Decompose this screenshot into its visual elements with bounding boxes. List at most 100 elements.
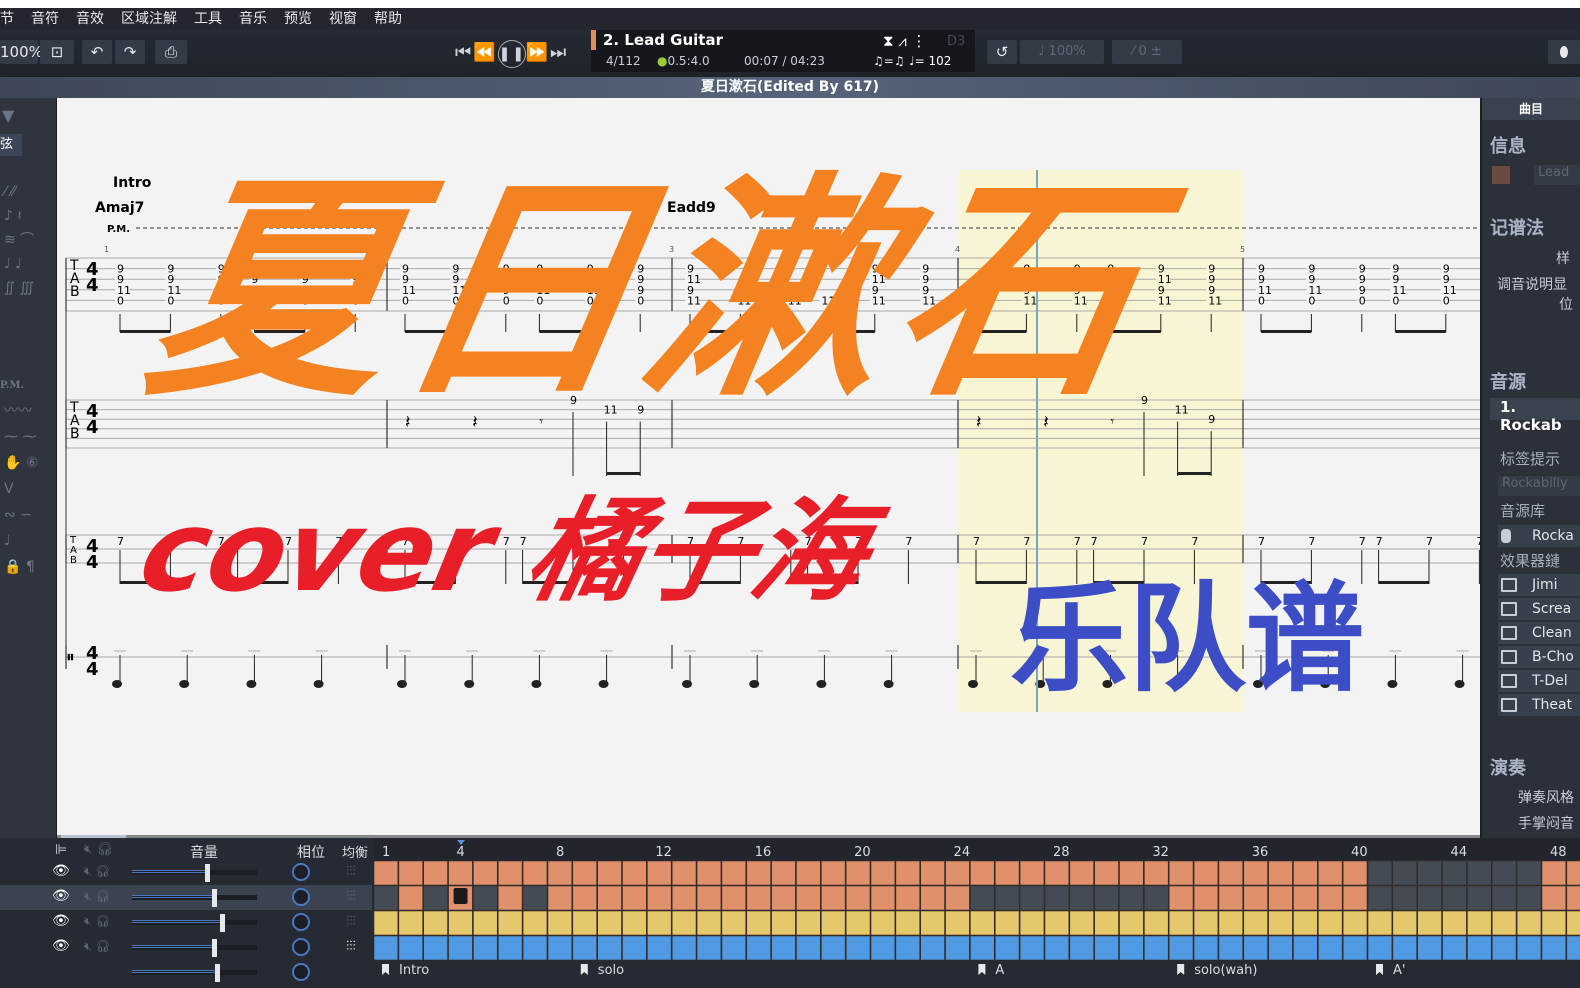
timeline-cell bbox=[1317, 860, 1343, 886]
volume-handle[interactable] bbox=[212, 889, 217, 907]
eq-icon[interactable]: ⫶⫶⫶ bbox=[346, 914, 356, 929]
timeline-cell bbox=[1417, 910, 1442, 936]
notation-icons[interactable]: ⁄ ⁄⁄ ♪ 𝄽 ≋ ⌒ ♩ ♩ ∬ ∭ bbox=[4, 180, 54, 300]
effect-item[interactable]: Clean bbox=[1498, 622, 1580, 644]
fret-number: 7 bbox=[1191, 535, 1198, 548]
pitch-field[interactable]: ⁄ 0 ± bbox=[1112, 40, 1182, 64]
eq-icon[interactable]: ⫶⫶⫶ bbox=[346, 939, 356, 954]
timeline-cell bbox=[721, 935, 747, 961]
timeline-cell bbox=[1019, 935, 1045, 961]
volume-handle[interactable] bbox=[205, 864, 210, 882]
timeline-cell bbox=[1243, 935, 1268, 961]
visibility-eye-icon[interactable]: 👁︎ bbox=[52, 888, 70, 904]
menu-item[interactable]: 预览 bbox=[284, 8, 312, 30]
menu-item[interactable]: 音效 bbox=[76, 8, 104, 30]
mute-solo-icon[interactable]: 🔇︎ 🎧︎ bbox=[84, 914, 111, 929]
effect-item[interactable]: B-Cho bbox=[1498, 646, 1580, 668]
volume-slider[interactable] bbox=[132, 870, 257, 875]
volume-handle[interactable] bbox=[220, 914, 225, 932]
timeline-cell bbox=[1417, 935, 1442, 961]
volume-handle[interactable] bbox=[215, 964, 220, 982]
timeline-cell bbox=[746, 885, 771, 911]
timeline-cell bbox=[1367, 860, 1393, 886]
track-row[interactable]: 👁︎ 🔇︎ 🎧︎ ⫶⫶⫶ bbox=[0, 910, 372, 935]
volume-slider[interactable] bbox=[132, 945, 257, 950]
effect-item[interactable]: T-Del bbox=[1498, 670, 1580, 692]
menu-item[interactable]: 帮助 bbox=[374, 8, 402, 30]
view-mode-select[interactable]: ⊡ bbox=[40, 40, 74, 64]
palm-mute-button[interactable]: P.M. bbox=[0, 380, 24, 391]
timeline-cell bbox=[1367, 885, 1393, 911]
instrument-view-icon[interactable]: ⬮ bbox=[1548, 40, 1580, 64]
palm-mute-label: P.M. bbox=[107, 224, 130, 235]
timeline-cell bbox=[622, 885, 647, 911]
effect-item[interactable]: Theat bbox=[1498, 694, 1580, 716]
volume-handle[interactable] bbox=[212, 939, 217, 957]
menu-item[interactable]: 视窗 bbox=[329, 8, 357, 30]
volume-slider[interactable] bbox=[132, 970, 257, 975]
track-name-field[interactable]: Lead bbox=[1534, 165, 1580, 185]
speed-field[interactable]: ♩ 100% bbox=[1020, 40, 1104, 64]
track-color-swatch[interactable] bbox=[1492, 166, 1510, 184]
score-page[interactable]: Intro Amaj7 Eadd9 P.M. T A B 4 4 T A B 4 4 T A B 4 4 𝄥 4 4 1 2 3… bbox=[57, 98, 1480, 835]
pan-knob[interactable] bbox=[292, 963, 310, 981]
sound-item[interactable]: 1. Rockab bbox=[1490, 398, 1580, 434]
menu-item[interactable]: 音乐 bbox=[239, 8, 267, 30]
effect-item[interactable]: Jimi bbox=[1498, 574, 1580, 596]
menu-item[interactable]: 区域注解 bbox=[121, 8, 177, 30]
visibility-eye-icon[interactable]: 👁︎ bbox=[52, 938, 70, 954]
effect-label: B-Cho bbox=[1532, 649, 1574, 665]
transport-controls[interactable]: ⏮⏪❚❚⏩⏭ bbox=[455, 40, 568, 68]
pan-knob[interactable] bbox=[292, 913, 310, 931]
timeline-cell bbox=[1342, 885, 1368, 911]
mute-solo-icon[interactable]: 🔇︎ 🎧︎ bbox=[84, 939, 111, 954]
zoom-select[interactable]: 100% bbox=[0, 40, 43, 64]
mute-solo-icon[interactable]: 🔇︎ 🎧︎ bbox=[84, 864, 111, 879]
timeline-cell bbox=[1491, 860, 1517, 886]
track-row[interactable] bbox=[0, 960, 372, 985]
mute-solo-icon[interactable]: 🔇︎ 🎧︎ bbox=[84, 889, 111, 904]
measure-number: 1 bbox=[104, 245, 109, 254]
track-list-icon[interactable]: ⊫ bbox=[55, 842, 67, 858]
track-row[interactable]: 👁︎ 🔇︎ 🎧︎ ⫶⫶⫶ bbox=[0, 860, 372, 885]
timeline-cell bbox=[1243, 885, 1268, 911]
drum-note bbox=[968, 680, 978, 688]
effect-icons[interactable]: 〰〰 ⁓ ⁓ ✋ ⑥ V ∾ ∽ ♩ 🔒 ¶ bbox=[4, 398, 54, 580]
timeline-cell bbox=[945, 910, 970, 936]
volume-slider[interactable] bbox=[132, 895, 257, 900]
timeline-cell bbox=[1019, 860, 1045, 886]
track-row[interactable]: 👁︎ 🔇︎ 🎧︎ ⫶⫶⫶ bbox=[0, 935, 372, 960]
loop-icon[interactable]: ↺ bbox=[987, 40, 1017, 64]
effect-icon bbox=[1501, 578, 1517, 592]
visibility-eye-icon[interactable]: 👁︎ bbox=[52, 913, 70, 929]
redo-icon[interactable]: ↷ bbox=[115, 40, 145, 64]
menu-item[interactable]: 工具 bbox=[194, 8, 222, 30]
effect-item[interactable]: Screa bbox=[1498, 598, 1580, 620]
tab-clef: B bbox=[70, 426, 80, 442]
volume-slider[interactable] bbox=[132, 920, 257, 925]
tag-field[interactable]: Rockabilly bbox=[1498, 476, 1580, 496]
pan-knob[interactable] bbox=[292, 863, 310, 881]
timeline-cell bbox=[1566, 910, 1580, 936]
tab-song[interactable]: 曲目 bbox=[1482, 98, 1580, 120]
track-row[interactable]: 👁︎ 🔇︎ 🎧︎ ⫶⫶⫶ bbox=[0, 885, 372, 910]
string-button[interactable]: 弦 bbox=[0, 134, 22, 156]
timeline-cell bbox=[1491, 935, 1517, 961]
eq-icon[interactable]: ⫶⫶⫶ bbox=[346, 864, 356, 879]
pause-button[interactable]: ❚❚ bbox=[497, 40, 526, 68]
bank-item[interactable]: Rocka bbox=[1498, 525, 1580, 547]
pan-knob[interactable] bbox=[292, 938, 310, 956]
menu-item[interactable]: 小节 bbox=[0, 8, 14, 30]
menu-item[interactable]: 音符 bbox=[31, 8, 59, 30]
visibility-eye-icon[interactable]: 👁︎ bbox=[52, 863, 70, 879]
print-icon[interactable]: ⎙ bbox=[155, 40, 187, 64]
pan-knob[interactable] bbox=[292, 888, 310, 906]
eq-icon[interactable]: ⫶⫶⫶ bbox=[346, 889, 356, 904]
timeline[interactable]: 1 4 8 12 16 20 24 28 32 36 40 44 48Intro solo Asolo(wa… bbox=[374, 838, 1580, 988]
score-canvas[interactable]: IntroAmaj7 Eadd9P.M.TAB44TAB44TAB44𝄥 441 2 3… bbox=[57, 98, 1480, 835]
time-signature: 4 bbox=[86, 552, 99, 573]
metronome-icon[interactable]: ⧗ ⩘ ⋮ bbox=[883, 32, 927, 50]
mute-all-icon[interactable]: 🔇︎ 🎧︎ bbox=[84, 842, 113, 857]
undo-icon[interactable]: ↶ bbox=[82, 40, 112, 64]
collapse-icon[interactable]: ▼ bbox=[2, 106, 14, 125]
